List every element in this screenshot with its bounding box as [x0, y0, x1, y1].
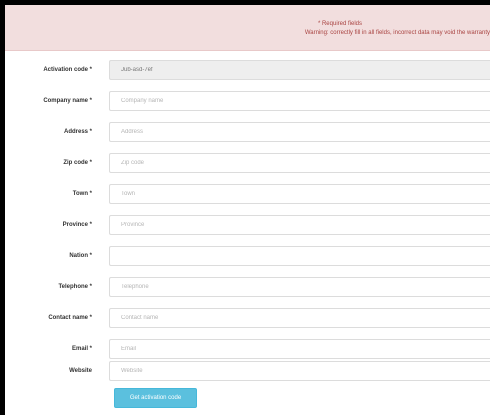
email-label: Email *: [71, 346, 92, 352]
website-input[interactable]: [109, 361, 490, 381]
nation-select[interactable]: [109, 246, 490, 266]
row-contact-name: Contact name *: [5, 308, 490, 328]
row-activation-code: Activation code *: [5, 60, 490, 80]
row-telephone: Telephone *: [5, 277, 490, 297]
address-label: Address *: [63, 129, 92, 135]
email-input[interactable]: [109, 339, 490, 359]
town-input[interactable]: [109, 184, 490, 204]
province-label: Province *: [62, 222, 92, 228]
telephone-label: Telephone *: [58, 284, 92, 290]
row-nation: Nation *: [5, 246, 490, 266]
nation-label: Nation *: [69, 253, 92, 259]
row-zip-code: Zip code *: [5, 153, 490, 173]
row-website: Website: [5, 361, 490, 381]
town-label: Town *: [72, 191, 92, 197]
address-input[interactable]: [109, 122, 490, 142]
row-province: Province *: [5, 215, 490, 235]
telephone-input[interactable]: [109, 277, 490, 297]
row-town: Town *: [5, 184, 490, 204]
activation-code-input[interactable]: [109, 60, 490, 80]
registration-panel: * Required fields Warning: correctly fil…: [5, 5, 490, 415]
province-input[interactable]: [109, 215, 490, 235]
warning-alert: * Required fields Warning: correctly fil…: [5, 5, 490, 51]
company-name-input[interactable]: [109, 91, 490, 111]
row-company-name: Company name *: [5, 91, 490, 111]
required-fields-note: * Required fields: [317, 21, 362, 27]
company-name-label: Company name *: [43, 98, 92, 104]
row-address: Address *: [5, 122, 490, 142]
contact-name-input[interactable]: [109, 308, 490, 328]
zip-code-input[interactable]: [109, 153, 490, 173]
website-label: Website: [69, 368, 92, 374]
zip-code-label: Zip code *: [63, 160, 92, 166]
warranty-warning: Warning: correctly fill in all fields, i…: [304, 30, 490, 36]
contact-name-label: Contact name *: [48, 315, 92, 321]
row-email: Email *: [5, 339, 490, 359]
activation-code-label: Activation code *: [43, 67, 92, 73]
get-activation-code-button[interactable]: Get activation code: [114, 388, 197, 408]
